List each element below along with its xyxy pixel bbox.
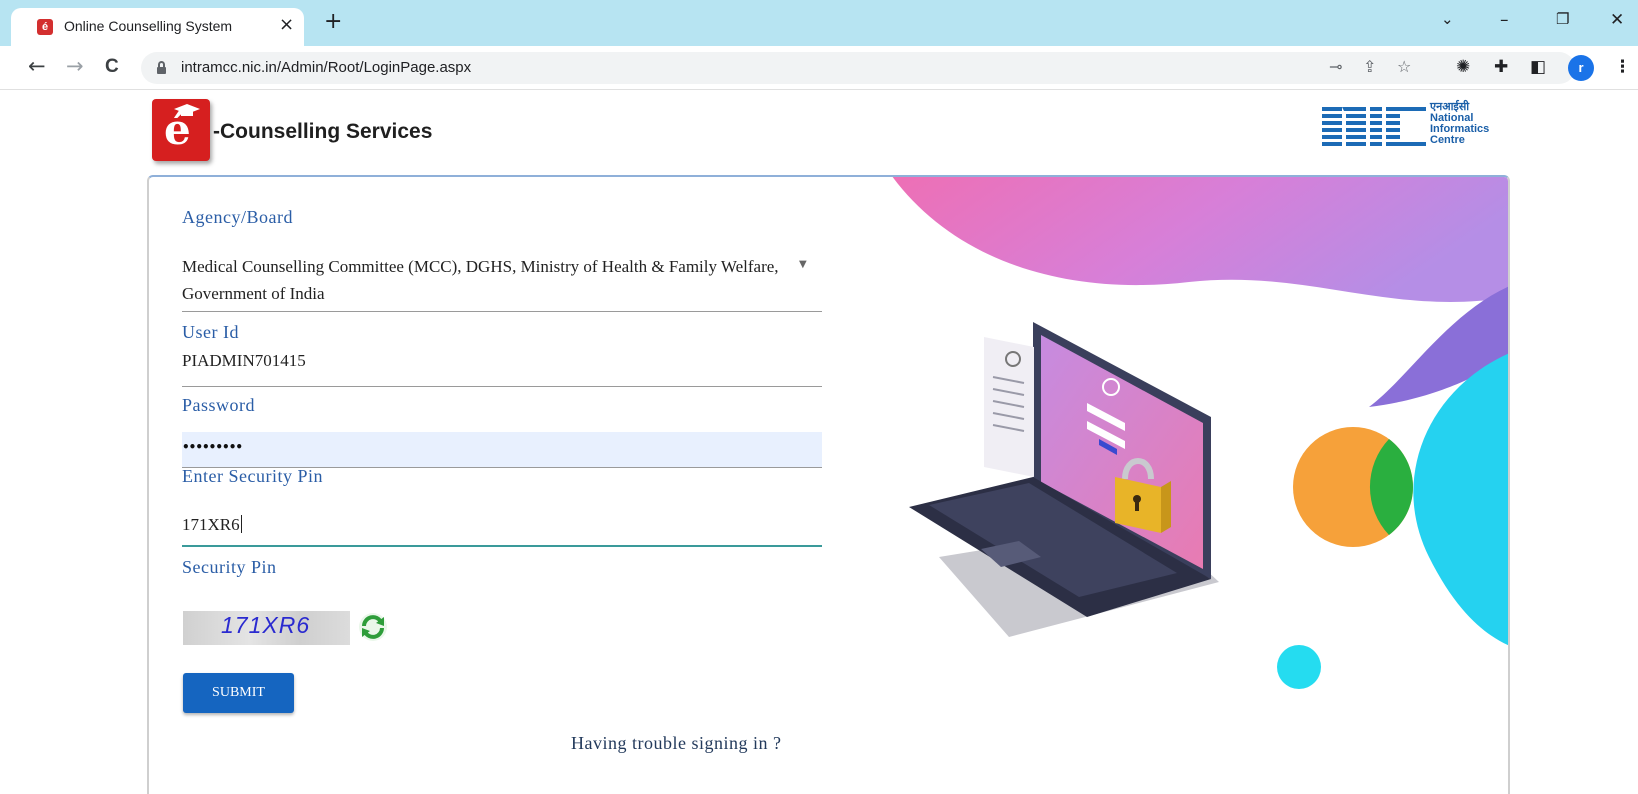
- text-cursor: [240, 515, 242, 533]
- menu-icon[interactable]: ⋮: [1614, 57, 1631, 77]
- e-counselling-logo: é: [152, 99, 210, 161]
- minimize-button[interactable]: –: [1500, 10, 1509, 30]
- page-title: -Counselling Services: [213, 120, 433, 143]
- security-pin-input[interactable]: 171XR6: [182, 515, 822, 543]
- refresh-captcha-icon[interactable]: [357, 611, 389, 643]
- url-text[interactable]: intramcc.nic.in/Admin/Root/LoginPage.asp…: [181, 59, 471, 76]
- star-icon[interactable]: ☆: [1397, 57, 1411, 76]
- browser-toolbar: ← → C intramcc.nic.in/Admin/Root/LoginPa…: [0, 46, 1638, 90]
- password-label: Password: [182, 395, 256, 415]
- favicon-icon: é: [37, 19, 53, 35]
- password-input[interactable]: •••••••••: [182, 432, 822, 468]
- new-tab-button[interactable]: +: [324, 9, 342, 34]
- userid-input[interactable]: PIADMIN701415: [182, 351, 306, 371]
- forward-button[interactable]: →: [66, 54, 84, 78]
- tab-close-icon[interactable]: ×: [279, 14, 294, 35]
- restore-button[interactable]: ❐: [1556, 10, 1569, 28]
- userid-label: User Id: [182, 322, 239, 342]
- address-bar[interactable]: intramcc.nic.in/Admin/Root/LoginPage.asp…: [141, 52, 1575, 84]
- browser-tabstrip: é Online Counselling System × + ⌄ – ❐ ✕: [0, 0, 1638, 46]
- reload-button[interactable]: C: [105, 56, 119, 78]
- login-form: Agency/Board Medical Counselling Committ…: [149, 177, 829, 777]
- back-button[interactable]: ←: [28, 54, 46, 78]
- nic-line: Centre: [1430, 134, 1465, 146]
- security-pin-value: 171XR6: [182, 515, 240, 534]
- close-window-button[interactable]: ✕: [1610, 10, 1624, 30]
- agency-select[interactable]: Medical Counselling Committee (MCC), DGH…: [182, 253, 782, 307]
- trouble-signing-in-link[interactable]: Having trouble signing in ?: [571, 733, 781, 754]
- profile-avatar[interactable]: r: [1568, 55, 1594, 81]
- extension-icon[interactable]: ✺: [1456, 57, 1470, 77]
- security-pin-label: Enter Security Pin: [182, 466, 323, 486]
- captcha-text: 171XR6: [221, 612, 311, 638]
- security-pin-underline: [182, 545, 822, 547]
- submit-button[interactable]: SUBMIT: [183, 673, 294, 713]
- tab-title: Online Counselling System: [64, 18, 233, 34]
- userid-underline: [182, 386, 822, 387]
- agency-underline: [182, 311, 822, 312]
- dropdown-caret-icon[interactable]: ▼: [799, 259, 807, 270]
- key-icon[interactable]: ⊸: [1329, 57, 1342, 76]
- password-value: •••••••••: [182, 440, 243, 454]
- logo-letter: é: [164, 105, 191, 154]
- login-card: Agency/Board Medical Counselling Committ…: [147, 175, 1510, 794]
- tab-search-icon[interactable]: ⌄: [1441, 10, 1454, 28]
- lock-icon: [157, 61, 166, 74]
- login-illustration: [892, 177, 1508, 689]
- sidebar-icon[interactable]: ◧: [1530, 57, 1546, 77]
- puzzle-icon[interactable]: ✚: [1494, 57, 1508, 77]
- nic-name: एनआईसी National Informatics Centre: [1430, 102, 1489, 146]
- share-icon[interactable]: ⇪: [1363, 57, 1376, 76]
- browser-tab[interactable]: é Online Counselling System ×: [11, 8, 304, 46]
- agency-label: Agency/Board: [182, 207, 293, 227]
- captcha-image: 171XR6: [183, 611, 350, 645]
- captcha-label: Security Pin: [182, 557, 277, 577]
